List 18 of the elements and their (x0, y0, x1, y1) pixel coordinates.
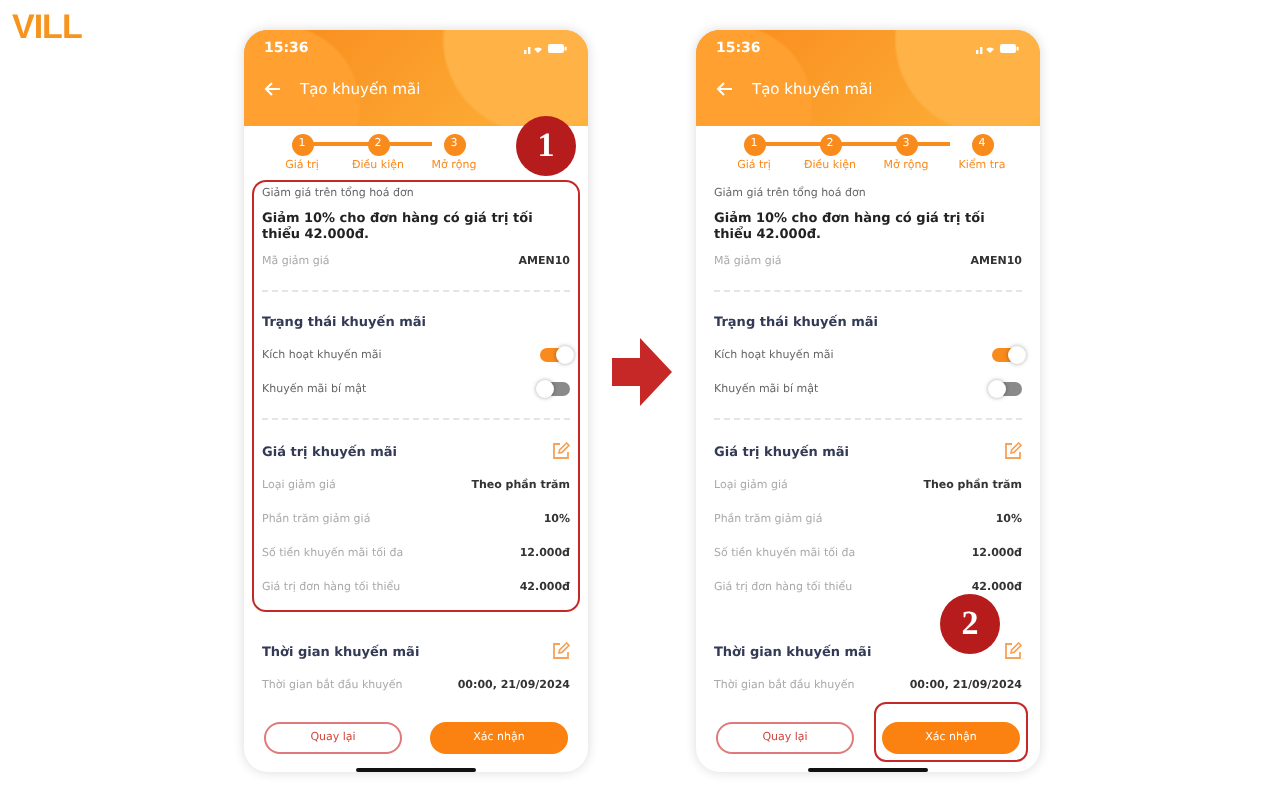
step-badge: 1 (516, 116, 576, 176)
home-indicator (808, 768, 928, 772)
back-icon[interactable] (264, 82, 280, 96)
toggle-switch[interactable] (540, 382, 570, 397)
back-icon[interactable] (716, 82, 732, 96)
status-icons (524, 42, 568, 54)
arrow-icon (612, 338, 672, 406)
toggle-switch[interactable] (992, 348, 1022, 363)
toggle-switch[interactable] (540, 348, 570, 363)
edit-icon[interactable] (552, 442, 570, 461)
home-indicator (356, 768, 476, 772)
edit-icon[interactable] (1004, 442, 1022, 461)
logo: VILL (12, 8, 82, 48)
status-icons (976, 42, 1020, 54)
step-badge: 2 (940, 594, 1000, 654)
toggle-switch[interactable] (992, 382, 1022, 397)
edit-icon[interactable] (552, 642, 570, 661)
edit-icon[interactable] (1004, 642, 1022, 661)
